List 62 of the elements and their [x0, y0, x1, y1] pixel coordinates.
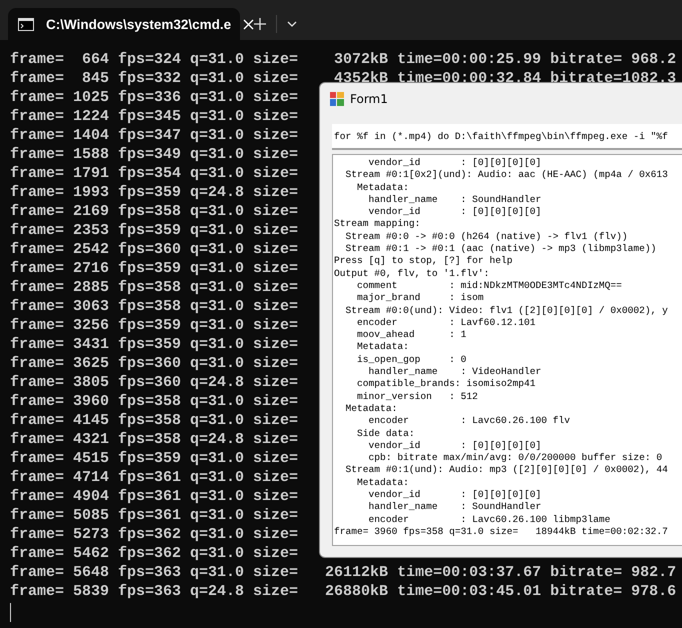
terminal-line: frame= 5085 fps=361 q=31.0 size=: [10, 506, 298, 525]
output-line: vendor_id : [0][0][0][0]: [368, 157, 542, 170]
output-line: Stream #0:1[0x2](und): Audio: aac (HE-AAC) (mp4a / 0x613: [344, 169, 668, 182]
terminal-line: frame= 3625 fps=360 q=31.0 size=: [10, 354, 298, 373]
output-line: Stream #0:0 -> #0:0 (h264 (native) -> flv1 (flv)): [344, 230, 628, 244]
output-line: Stream #0:1 -> #0:1 (aac (native) -> mp3 (libmp3lame)): [344, 243, 656, 256]
terminal-line: frame= 3805 fps=360 q=24.8 size=: [10, 373, 298, 392]
terminal-line: frame= 5273 fps=362 q=31.0 size=: [10, 525, 298, 544]
output-line: comment : mid:NDkzMTM0ODE3MTc4NDIzMQ==: [356, 280, 622, 292]
terminal-line: frame= 1993 fps=359 q=24.8 size=: [10, 183, 298, 202]
terminal-line: frame= 3063 fps=358 q=31.0 size=: [10, 297, 298, 316]
output-line: encoder : Lavf60.12.101: [356, 316, 536, 330]
terminal-line: frame= 2353 fps=359 q=31.0 size=: [10, 221, 298, 240]
terminal-line: frame= 1791 fps=354 q=31.0 size=: [10, 164, 298, 183]
terminal-line: frame= 4145 fps=358 q=31.0 size=: [10, 411, 298, 430]
output-line: vendor_id : [0][0][0][0]: [368, 206, 542, 218]
output-line: Press [q] to stop, [?] for help: [334, 255, 512, 268]
output-line: Stream #0:1(und): Audio: mp3 ([2][0][0][0] / 0x0002), 44: [344, 464, 668, 477]
output-line: Side data:: [356, 428, 415, 440]
terminal-line: frame= 3256 fps=359 q=31.0 size=: [10, 316, 298, 335]
window-title: Form1: [350, 92, 388, 106]
output-line: Metadata:: [356, 476, 409, 490]
output-line: handler_name : SoundHandler: [368, 194, 542, 206]
output-line: compatible_brands: isomiso2mp41: [356, 378, 536, 391]
output-line: Metadata:: [356, 182, 409, 194]
terminal-line: frame= 2716 fps=359 q=31.0 size=: [10, 259, 298, 278]
output-line: moov_ahead : 1: [356, 329, 466, 342]
output-line: Stream mapping:: [334, 218, 420, 231]
terminal-line: frame= 4904 fps=361 q=31.0 size=: [10, 487, 298, 506]
terminal-line: frame= 1025 fps=336 q=31.0 size=: [10, 88, 298, 107]
output-line: encoder : Lavc60.26.100 flv: [368, 415, 570, 428]
terminal-line: frame= 2885 fps=358 q=31.0 size=: [10, 278, 298, 297]
terminal-line: frame= 4714 fps=361 q=31.0 size=: [10, 468, 298, 487]
output-line: Metadata:: [344, 402, 398, 416]
terminal-line: frame= 1224 fps=345 q=31.0 size=: [10, 107, 298, 126]
terminal-line: frame= 1588 fps=349 q=31.0 size=: [10, 145, 298, 164]
output-line: Output #0, flv, to '1.flv':: [334, 268, 490, 280]
terminal-line: frame= 845 fps=332 q=31.0 size= 4352kB time=00:00:32.84 bitrate=1082.3: [10, 69, 676, 88]
output-line: encoder : Lavc60.26.100 libmp3lame: [368, 514, 610, 526]
terminal-line: frame= 3960 fps=358 q=31.0 size=: [10, 392, 298, 411]
output-line: vendor_id : [0][0][0][0]: [368, 489, 542, 502]
terminal-line: frame= 3431 fps=359 q=31.0 size=: [10, 335, 298, 354]
output-line: major_brand : isom: [356, 292, 484, 305]
terminal-line: frame= 5648 fps=363 q=31.0 size= 26112kB time=00:03:37.67 bitrate= 982.7: [10, 563, 676, 582]
output-line: Metadata:: [356, 341, 409, 354]
output-line: handler_name : SoundHandler: [368, 501, 542, 514]
output-line: frame= 3960 fps=358 q=31.0 size= 18944kB time=00:02:32.7: [334, 526, 668, 538]
command-field[interactable]: for %f in (*.mp4) do D:\faith\ffmpeg\bin\ffmpeg.exe -i "%f: [332, 124, 682, 150]
output-line: vendor_id : [0][0][0][0]: [368, 440, 542, 452]
output-line: is_open_gop : 0: [356, 354, 466, 366]
output-line: Stream #0:0(und): Video: flv1 ([2][0][0][0] / 0x0002), y: [344, 304, 668, 317]
terminal-line: frame= 664 fps=324 q=31.0 size= 3072kB time=00:00:25.99 bitrate= 968.2: [10, 50, 676, 69]
terminal-line: frame= 1404 fps=347 q=31.0 size=: [10, 126, 298, 145]
terminal-line: frame= 5462 fps=362 q=31.0 size=: [10, 544, 298, 563]
output-line: cpb: bitrate max/min/avg: 0/0/200000 buffer size: 0: [368, 452, 662, 464]
terminal-line: frame= 5839 fps=363 q=24.8 size= 26880kB time=00:03:45.01 bitrate= 978.6: [10, 582, 676, 601]
output-line: handler_name : VideoHandler: [368, 366, 542, 378]
terminal-line: frame= 4515 fps=359 q=31.0 size=: [10, 449, 298, 468]
output-line: minor_version : 512: [356, 390, 478, 403]
terminal-line: frame= 2542 fps=360 q=31.0 size=: [10, 240, 298, 259]
terminal-line: frame= 4321 fps=358 q=24.8 size=: [10, 430, 298, 449]
terminal-line: frame= 2169 fps=358 q=31.0 size=: [10, 202, 298, 221]
